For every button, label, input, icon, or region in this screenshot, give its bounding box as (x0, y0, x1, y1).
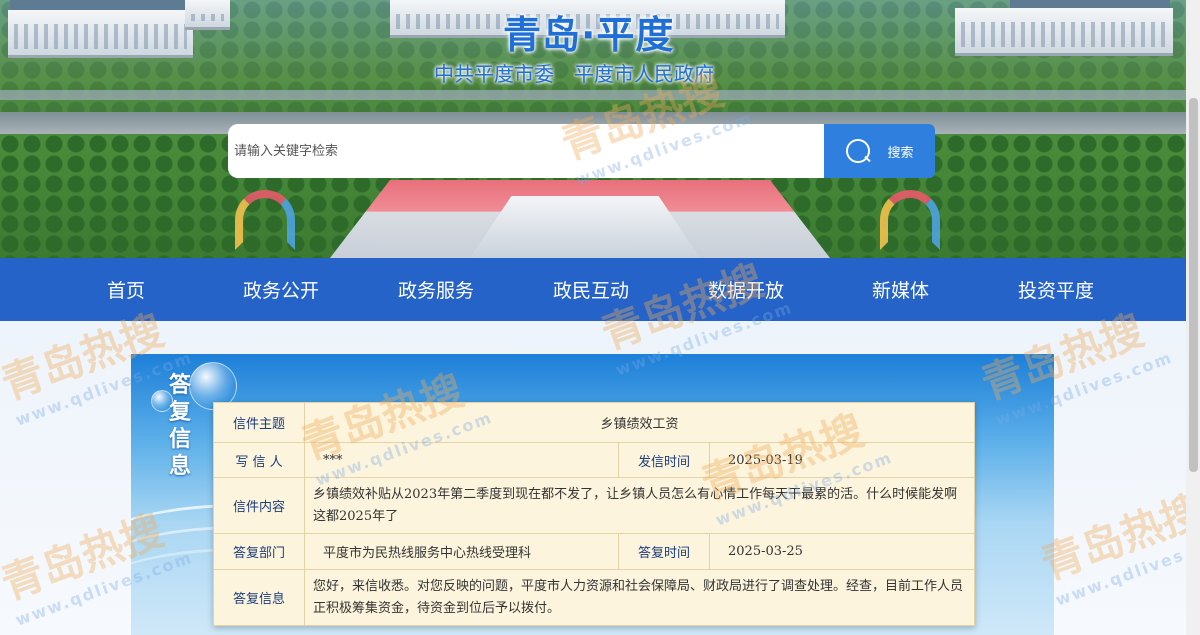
subject-value: 乡镇绩效工资 (304, 402, 975, 443)
site-title: 青岛·平度 (503, 13, 675, 57)
nav-item-open-data[interactable]: 数据开放 (708, 258, 784, 321)
main-nav: 首页 政务公开 政务服务 政民互动 数据开放 新媒体 投资平度 (0, 258, 1186, 321)
building-right (955, 8, 1173, 56)
reply-value: 您好，来信收悉。对您反映的问题，平度市人力资源和社会保障局、财政局进行了调查处理… (304, 569, 975, 626)
nav-item-home[interactable]: 首页 (107, 258, 145, 321)
site-subtitle: 中共平度市委 平度市人民政府 (434, 62, 714, 86)
table-row: 答复信息 您好，来信收悉。对您反映的问题，平度市人力资源和社会保障局、财政局进行… (213, 569, 975, 626)
dept-label: 答复部门 (213, 533, 305, 570)
reply-time-value: 2025-03-25 (709, 533, 975, 570)
heading-char: 复 (168, 400, 191, 425)
writer-value: *** (304, 442, 619, 478)
heading-char: 信 (168, 427, 191, 452)
reply-label: 答复信息 (213, 569, 305, 626)
heading-char: 答 (168, 373, 191, 398)
sent-time-label: 发信时间 (618, 442, 710, 478)
building-left-wing (185, 0, 230, 30)
rainbow-arch-left (235, 190, 295, 250)
rainbow-arch-right (880, 190, 940, 250)
search-input[interactable] (228, 124, 824, 178)
reply-info-heading: 答 复 信 息 (163, 372, 197, 480)
content-label: 信件内容 (213, 477, 305, 534)
subject-label: 信件主题 (213, 402, 305, 443)
table-row: 信件主题 乡镇绩效工资 (213, 402, 975, 443)
nav-item-interaction[interactable]: 政民互动 (553, 258, 629, 321)
table-row: 写 信 人 *** 发信时间 2025-03-19 (213, 442, 975, 478)
nav-item-investment[interactable]: 投资平度 (1018, 258, 1094, 321)
nav-item-gov-affairs[interactable]: 政务公开 (243, 258, 319, 321)
dept-value: 平度市为民热线服务中心热线受理科 (304, 533, 619, 570)
nav-item-new-media[interactable]: 新媒体 (872, 258, 929, 321)
content-value: 乡镇绩效补贴从2023年第二季度到现在都不发了，让乡镇人员怎么有心情工作每天干最… (304, 477, 975, 534)
table-row: 信件内容 乡镇绩效补贴从2023年第二季度到现在都不发了，让乡镇人员怎么有心情工… (213, 477, 975, 534)
search-button-label: 搜索 (887, 145, 914, 161)
sent-time-value: 2025-03-19 (709, 442, 975, 478)
table-row: 答复部门 平度市为民热线服务中心热线受理科 答复时间 2025-03-25 (213, 533, 975, 570)
search-button[interactable]: 搜索 (824, 124, 935, 178)
building-left (8, 10, 193, 58)
reply-time-label: 答复时间 (618, 533, 710, 570)
scrollbar-thumb[interactable] (1189, 98, 1198, 472)
nav-item-gov-services[interactable]: 政务服务 (398, 258, 474, 321)
banner-road-upper (0, 90, 1186, 100)
letter-detail-table: 信件主题 乡镇绩效工资 写 信 人 *** 发信时间 2025-03-19 信件… (213, 402, 975, 626)
writer-label: 写 信 人 (213, 442, 305, 478)
search-icon (845, 138, 871, 164)
heading-char: 息 (168, 454, 191, 479)
